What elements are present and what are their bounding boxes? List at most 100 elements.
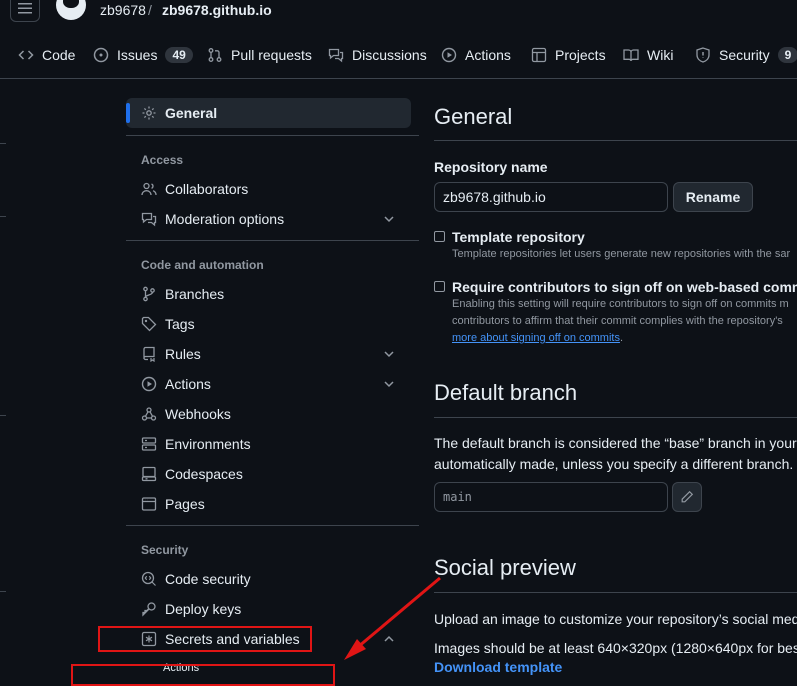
menu-button[interactable] <box>10 0 40 22</box>
chevron-down-icon[interactable] <box>381 211 397 227</box>
rename-button[interactable]: Rename <box>673 182 753 212</box>
signoff-note-line-2: contributors to affirm that their commit… <box>452 315 783 327</box>
tab-projects[interactable]: Projects <box>531 38 606 72</box>
hamburger-icon <box>18 3 32 14</box>
sidebar-item-moderation-options[interactable]: Moderation options <box>126 204 411 234</box>
sidebar-item-general[interactable]: General <box>126 98 411 128</box>
issue-icon <box>93 47 109 63</box>
tabs-divider <box>0 78 797 79</box>
tab-security-label: Security <box>719 47 770 63</box>
sidebar-item-label: Tags <box>165 316 195 332</box>
social-preview-text-line-1: Upload an image to customize your reposi… <box>434 611 797 627</box>
tab-issues-label: Issues <box>117 47 158 63</box>
default-branch-divider <box>434 417 797 418</box>
tab-discussions[interactable]: Discussions <box>328 38 427 72</box>
tab-pull-requests-label: Pull requests <box>231 47 312 63</box>
signoff-note-period: . <box>619 332 624 344</box>
shield-icon <box>696 47 710 63</box>
tab-wiki-label: Wiki <box>647 47 674 63</box>
tab-discussions-label: Discussions <box>352 47 427 63</box>
discussions-icon <box>328 48 344 63</box>
signoff-checkbox[interactable] <box>434 281 445 292</box>
social-preview-divider <box>434 592 797 593</box>
left-panel-divider <box>0 143 6 144</box>
sidebar-item-tags[interactable]: Tags <box>126 309 411 339</box>
issues-count-badge: 49 <box>165 47 193 63</box>
sidebar-divider <box>126 525 419 526</box>
sidebar-item-label: Rules <box>165 346 201 362</box>
breadcrumb-separator: / <box>148 2 152 18</box>
social-preview-title: Social preview <box>434 555 576 580</box>
tab-security[interactable]: Security 9 <box>695 38 797 72</box>
sidebar-item-label: General <box>165 105 218 121</box>
comment-discussion-icon <box>141 212 157 227</box>
pencil-icon <box>681 490 694 503</box>
sidebar-item-webhooks[interactable]: Webhooks <box>126 399 411 429</box>
sidebar-item-pages[interactable]: Pages <box>126 489 411 519</box>
edit-branch-button[interactable] <box>672 482 702 512</box>
browser-icon <box>141 497 157 511</box>
sidebar-item-branches[interactable]: Branches <box>126 279 411 309</box>
default-branch-text-line-2: automatically made, unless you specify a… <box>434 456 794 472</box>
download-template-link[interactable]: Download template <box>434 659 562 675</box>
default-branch-title: Default branch <box>434 380 578 405</box>
tab-wiki[interactable]: Wiki <box>623 38 673 72</box>
chevron-down-icon[interactable] <box>381 376 397 392</box>
sidebar-heading-access: Access <box>141 153 184 167</box>
book-icon <box>623 49 639 62</box>
sidebar-item-label: Environments <box>165 436 251 452</box>
gear-icon <box>142 106 156 120</box>
repository-name-input[interactable]: zb9678.github.io <box>434 182 668 212</box>
template-repository-note: Template repositories let users generate… <box>452 248 791 260</box>
breadcrumb-owner[interactable]: zb9678 <box>100 2 146 18</box>
template-repository-checkbox[interactable] <box>434 231 445 242</box>
template-repository-label: Template repository <box>452 229 585 245</box>
left-panel-divider <box>0 415 6 416</box>
sidebar-item-label: Deploy keys <box>165 601 242 617</box>
annotation-arrow-icon <box>344 576 441 660</box>
breadcrumb-repo[interactable]: zb9678.github.io <box>162 2 272 18</box>
annotation-box-secrets <box>98 626 312 652</box>
sidebar-heading-code-automation: Code and automation <box>141 258 264 272</box>
table-icon <box>531 47 547 63</box>
sidebar-item-actions[interactable]: Actions <box>126 369 411 399</box>
sidebar-item-rules[interactable]: Rules <box>126 339 411 369</box>
left-panel-divider <box>0 216 6 217</box>
codespaces-icon <box>141 466 157 482</box>
sidebar-item-label: Code security <box>165 571 251 587</box>
sidebar-item-environments[interactable]: Environments <box>126 429 411 459</box>
branch-icon <box>143 286 155 302</box>
sidebar-item-label: Webhooks <box>165 406 231 422</box>
sidebar-divider <box>126 135 419 136</box>
sidebar-item-label: Pages <box>165 496 205 512</box>
tab-pull-requests[interactable]: Pull requests <box>207 38 312 72</box>
left-panel-divider <box>0 591 6 592</box>
sidebar-item-codespaces[interactable]: Codespaces <box>126 459 411 489</box>
sidebar-item-label: Actions <box>165 376 211 392</box>
sidebar-item-label: Branches <box>165 286 225 302</box>
repo-push-icon <box>143 346 155 362</box>
tag-icon <box>141 316 157 332</box>
play-icon <box>141 376 157 392</box>
sidebar-heading-security: Security <box>141 543 189 557</box>
codescan-icon <box>141 571 156 586</box>
sidebar-item-collaborators[interactable]: Collaborators <box>126 174 411 204</box>
tab-actions-label: Actions <box>465 47 511 63</box>
repo-tabs: Code Issues 49 Pull requests Discussions… <box>0 38 797 72</box>
default-branch-field[interactable]: main <box>434 482 668 512</box>
pull-request-icon <box>208 48 222 62</box>
chevron-down-icon[interactable] <box>381 346 397 362</box>
repository-name-label: Repository name <box>434 159 548 175</box>
tab-issues[interactable]: Issues 49 <box>93 38 193 72</box>
tab-code[interactable]: Code <box>18 38 75 72</box>
signoff-note-line-1: Enabling this setting will require contr… <box>452 298 789 310</box>
webhook-icon <box>141 407 157 421</box>
title-divider <box>434 140 797 141</box>
sidebar-item-label: Collaborators <box>165 181 249 197</box>
github-logo-icon[interactable] <box>56 0 86 20</box>
code-icon <box>18 50 34 60</box>
sidebar-item-label: Codespaces <box>165 466 243 482</box>
signoff-learn-more-link[interactable]: more about signing off on commits <box>452 332 620 344</box>
tab-actions[interactable]: Actions <box>441 38 511 72</box>
server-icon <box>141 437 157 451</box>
